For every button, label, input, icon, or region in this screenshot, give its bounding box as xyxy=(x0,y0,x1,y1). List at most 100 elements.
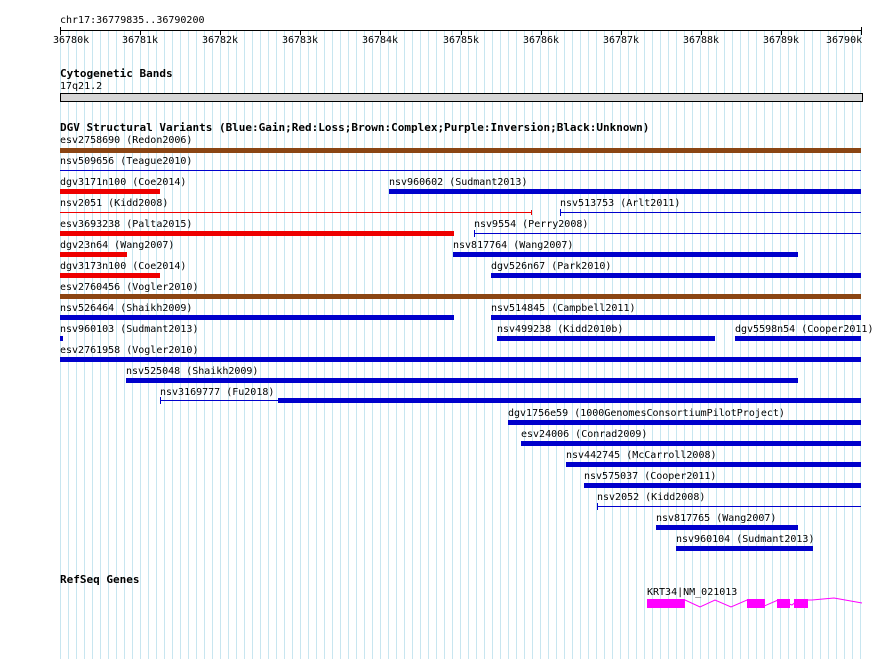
variant-endcap xyxy=(597,503,598,510)
gridline xyxy=(852,30,853,659)
variant-bar[interactable] xyxy=(566,462,861,467)
variant-label[interactable]: dgv526n67 (Park2010) xyxy=(491,261,611,272)
variant-bar[interactable] xyxy=(453,252,798,257)
gridline xyxy=(652,30,653,659)
gridline xyxy=(692,30,693,659)
variant-bar[interactable] xyxy=(497,336,715,341)
variant-label[interactable]: nsv960103 (Sudmant2013) xyxy=(60,324,198,335)
variant-bar[interactable] xyxy=(60,231,454,236)
variant-label[interactable]: nsv514845 (Campbell2011) xyxy=(491,303,636,314)
variant-label[interactable]: nsv499238 (Kidd2010b) xyxy=(497,324,623,335)
variant-label[interactable]: nsv817765 (Wang2007) xyxy=(656,513,776,524)
variant-bar[interactable] xyxy=(491,273,861,278)
variant-label[interactable]: dgv3173n100 (Coe2014) xyxy=(60,261,186,272)
variant-label[interactable]: esv2760456 (Vogler2010) xyxy=(60,282,198,293)
variant-bar[interactable] xyxy=(126,378,798,383)
variant-label[interactable]: esv24006 (Conrad2009) xyxy=(521,429,647,440)
gridline xyxy=(724,30,725,659)
variant-bar[interactable] xyxy=(735,336,861,341)
gridline xyxy=(860,30,861,659)
variant-bar[interactable] xyxy=(60,170,861,171)
variant-label[interactable]: nsv9554 (Perry2008) xyxy=(474,219,588,230)
variant-block[interactable] xyxy=(278,398,861,403)
variant-label[interactable]: nsv817764 (Wang2007) xyxy=(453,240,573,251)
variant-block[interactable] xyxy=(531,210,532,215)
variant-bar[interactable] xyxy=(60,315,454,320)
gridline xyxy=(676,30,677,659)
variant-bar[interactable] xyxy=(508,420,861,425)
gridline xyxy=(764,30,765,659)
variant-bar[interactable] xyxy=(60,273,160,278)
variant-bar[interactable] xyxy=(60,148,861,153)
dgv-track-title[interactable]: DGV Structural Variants (Blue:Gain;Red:L… xyxy=(60,122,649,134)
variant-bar[interactable] xyxy=(389,189,861,194)
ruler-tick-label: 36784k xyxy=(361,35,399,46)
variant-bar[interactable] xyxy=(60,294,861,299)
variant-bar[interactable] xyxy=(491,315,861,320)
gene-exon xyxy=(747,599,765,608)
refseq-track-title[interactable]: RefSeq Genes xyxy=(60,574,139,586)
variant-label[interactable]: nsv509656 (Teague2010) xyxy=(60,156,192,167)
variant-label[interactable]: dgv1756e59 (1000GenomesConsortiumPilotPr… xyxy=(508,408,785,419)
variant-label[interactable]: esv3693238 (Palta2015) xyxy=(60,219,192,230)
variant-bar[interactable] xyxy=(656,525,798,530)
variant-label[interactable]: nsv2052 (Kidd2008) xyxy=(597,492,705,503)
variant-label[interactable]: nsv525048 (Shaikh2009) xyxy=(126,366,258,377)
gridline xyxy=(700,30,701,659)
gene-exon xyxy=(647,599,685,608)
ruler-tick-label: 36781k xyxy=(121,35,159,46)
gridline xyxy=(756,30,757,659)
gridline xyxy=(716,30,717,659)
gridline xyxy=(668,30,669,659)
variant-label[interactable]: dgv23n64 (Wang2007) xyxy=(60,240,174,251)
variant-label[interactable]: nsv526464 (Shaikh2009) xyxy=(60,303,192,314)
cytoband-label: 17q21.2 xyxy=(60,81,103,92)
gridline xyxy=(844,30,845,659)
variant-bar[interactable] xyxy=(584,483,861,488)
position-label: chr17:36779835..36790200 xyxy=(60,15,205,26)
cytoband-bar[interactable] xyxy=(60,93,863,102)
ruler-tick-label: 36788k xyxy=(682,35,720,46)
gene-model-krt34[interactable] xyxy=(640,595,870,615)
cytoband-track-title[interactable]: Cytogenetic Bands xyxy=(60,68,173,80)
variant-label[interactable]: nsv513753 (Arlt2011) xyxy=(560,198,680,209)
variant-label[interactable]: dgv5598n54 (Cooper2011) xyxy=(735,324,873,335)
variant-bar[interactable] xyxy=(60,357,861,362)
gridline xyxy=(660,30,661,659)
gene-intron xyxy=(684,597,863,608)
variant-bar[interactable] xyxy=(60,336,63,341)
variant-label[interactable]: nsv2051 (Kidd2008) xyxy=(60,198,168,209)
genome-browser-image: chr17:36779835..36790200 36780k 36781k 367… xyxy=(0,0,890,659)
variant-label[interactable]: esv2758690 (Redon2006) xyxy=(60,135,192,146)
variant-bar[interactable] xyxy=(60,212,532,213)
variant-bar[interactable] xyxy=(60,189,160,194)
variant-bar[interactable] xyxy=(676,546,813,551)
gridline xyxy=(796,30,797,659)
variant-bar[interactable] xyxy=(474,233,861,234)
ruler-tick-label: 36785k xyxy=(442,35,480,46)
ruler-tick-label: 36790k xyxy=(826,35,863,46)
gridline xyxy=(820,30,821,659)
gridline xyxy=(732,30,733,659)
variant-label[interactable]: nsv3169777 (Fu2018) xyxy=(160,387,274,398)
variant-endcap xyxy=(560,209,561,216)
variant-label[interactable]: nsv960602 (Sudmant2013) xyxy=(389,177,527,188)
variant-bar[interactable] xyxy=(60,252,127,257)
ruler-tick-label: 36782k xyxy=(201,35,239,46)
gridline xyxy=(708,30,709,659)
gridline xyxy=(684,30,685,659)
variant-bar[interactable] xyxy=(560,212,861,213)
variant-label[interactable]: nsv960104 (Sudmant2013) xyxy=(676,534,814,545)
variant-label[interactable]: nsv575037 (Cooper2011) xyxy=(584,471,716,482)
gene-exon xyxy=(794,599,808,608)
ruler-tick-label: 36783k xyxy=(281,35,319,46)
gridline xyxy=(812,30,813,659)
gridline xyxy=(780,30,781,659)
ruler-tick-label: 36780k xyxy=(53,35,90,46)
variant-label[interactable]: dgv3171n100 (Coe2014) xyxy=(60,177,186,188)
variant-bar[interactable] xyxy=(521,441,861,446)
variant-label[interactable]: esv2761958 (Vogler2010) xyxy=(60,345,198,356)
variant-bar[interactable] xyxy=(597,506,861,507)
variant-endcap xyxy=(160,397,161,404)
variant-label[interactable]: nsv442745 (McCarroll2008) xyxy=(566,450,717,461)
